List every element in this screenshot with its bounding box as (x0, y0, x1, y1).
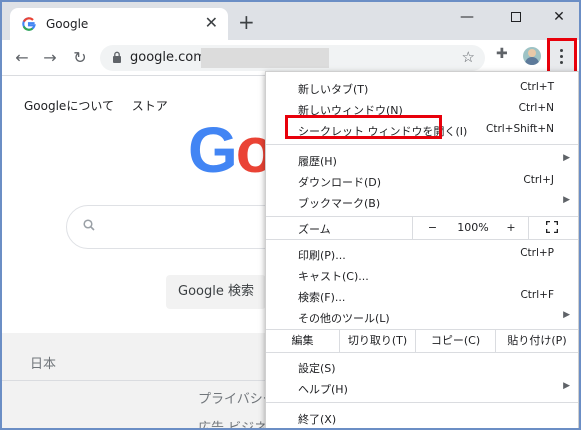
google-logo: Go (188, 114, 275, 186)
zoom-in-button[interactable]: + (494, 217, 528, 239)
menu-item-find[interactable]: 検索(F)... Ctrl+F (266, 286, 578, 307)
address-bar[interactable]: google.com/ ☆ (100, 45, 485, 71)
paste-button[interactable]: 貼り付け(P) (496, 330, 578, 352)
menu-item-history[interactable]: 履歴(H) ▶ (266, 150, 578, 171)
edit-row: 編集 切り取り(T) コピー(C) 貼り付け(P) (266, 330, 578, 352)
menu-separator (266, 239, 578, 240)
menu-item-print[interactable]: 印刷(P)... Ctrl+P (266, 244, 578, 265)
menu-item-cast[interactable]: キャスト(C)... (266, 265, 578, 286)
maximize-icon (511, 12, 521, 22)
redacted-url-area (201, 48, 329, 68)
address-url: google.com/ (130, 50, 211, 65)
footer-country: 日本 (30, 357, 57, 372)
search-icon (83, 219, 95, 231)
kebab-icon (560, 49, 564, 67)
logo-letter-g: G (188, 114, 238, 186)
copy-button[interactable]: コピー(C) (416, 330, 496, 352)
zoom-level: 100% (457, 221, 489, 234)
window-close-button[interactable]: ✕ (537, 6, 579, 30)
zoom-row: ズーム − 100% + (266, 217, 578, 239)
browser-window: Google ✕ + — ✕ ← → ↻ google.com/ ☆ ✚ Goo… (0, 0, 581, 430)
tab-google[interactable]: Google ✕ (10, 8, 228, 40)
menu-item-exit[interactable]: 終了(X) (266, 408, 578, 428)
new-tab-button[interactable]: + (238, 12, 255, 32)
submenu-arrow-icon: ▶ (563, 153, 570, 163)
submenu-arrow-icon: ▶ (563, 310, 570, 320)
zoom-out-button[interactable]: − (412, 217, 452, 239)
cut-button[interactable]: 切り取り(T) (340, 330, 416, 352)
menu-item-more-tools[interactable]: その他のツール(L) ▶ (266, 307, 578, 328)
back-button[interactable]: ← (10, 46, 34, 70)
bookmark-star-icon[interactable]: ☆ (462, 48, 475, 66)
avatar-body (525, 57, 539, 65)
menu-item-new-tab[interactable]: 新しいタブ(T) Ctrl+T (266, 78, 578, 99)
submenu-arrow-icon: ▶ (563, 195, 570, 205)
maximize-button[interactable] (494, 6, 538, 30)
google-search-button[interactable]: Google 検索 (166, 275, 266, 309)
fullscreen-icon (546, 221, 558, 233)
minimize-button[interactable]: — (445, 6, 489, 30)
menu-item-help[interactable]: ヘルプ(H) ▶ (266, 378, 578, 399)
tab-close-icon[interactable]: ✕ (205, 14, 218, 32)
reload-button[interactable]: ↻ (68, 46, 92, 70)
lock-icon (113, 51, 121, 63)
menu-item-bookmarks[interactable]: ブックマーク(B) ▶ (266, 192, 578, 213)
submenu-arrow-icon: ▶ (563, 381, 570, 391)
extensions-puzzle-icon[interactable]: ✚ (496, 46, 508, 62)
google-favicon-icon (22, 17, 36, 31)
menu-separator (266, 402, 578, 403)
top-links: Googleについて ストア (24, 97, 182, 114)
menu-separator (266, 144, 578, 145)
forward-button[interactable]: → (38, 46, 62, 70)
zoom-label: ズーム (298, 223, 331, 236)
menu-item-downloads[interactable]: ダウンロード(D) Ctrl+J (266, 171, 578, 192)
highlight-incognito-box (285, 115, 442, 139)
tab-title: Google (46, 17, 89, 31)
store-link[interactable]: ストア (132, 99, 168, 113)
avatar-head (528, 49, 536, 57)
tab-strip: Google ✕ + — ✕ (2, 2, 579, 40)
about-link[interactable]: Googleについて (24, 99, 114, 113)
menu-item-settings[interactable]: 設定(S) (266, 357, 578, 378)
menu-separator (266, 352, 578, 353)
profile-avatar[interactable] (523, 47, 541, 65)
edit-label: 編集 (266, 330, 340, 352)
